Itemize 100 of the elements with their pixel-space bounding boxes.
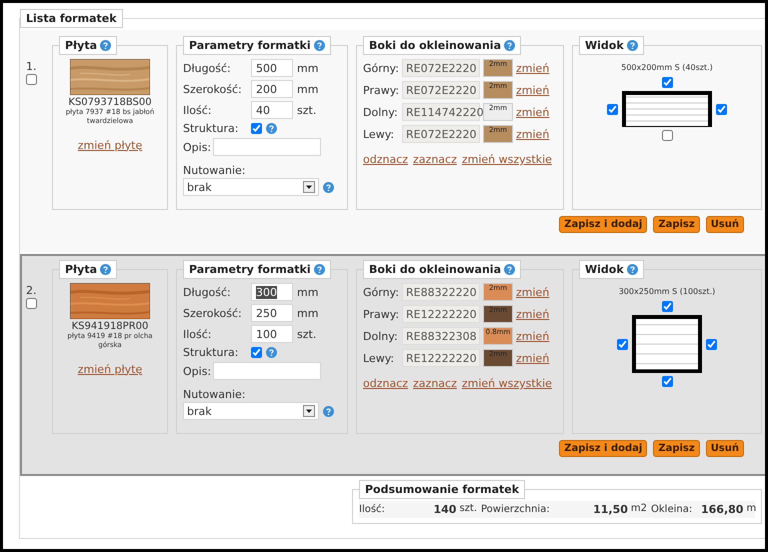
unit-label: m (746, 503, 756, 516)
action-link[interactable]: zaznacz (413, 153, 457, 166)
edge-label: Prawy: (363, 308, 399, 320)
structure-checkbox[interactable] (251, 123, 262, 134)
help-icon[interactable] (266, 123, 277, 134)
left-edge-checkbox[interactable] (617, 338, 628, 350)
field-label: Ilość: (183, 328, 213, 340)
action-button[interactable]: Zapisz i dodaj (559, 440, 648, 457)
change-link[interactable]: zmień (516, 106, 550, 118)
row-checkbox[interactable] (26, 298, 37, 309)
change-board-link[interactable]: zmień płytę (78, 138, 142, 152)
field-label: Opis: (183, 140, 209, 154)
edge-label: Górny: (363, 62, 399, 74)
grooving-dropdown[interactable]: brak (183, 178, 319, 196)
panel-title: Płyta (65, 39, 97, 52)
unit-label: mm (297, 286, 318, 298)
edge-label: Prawy: (363, 84, 399, 96)
top-edge-checkbox[interactable] (662, 77, 672, 88)
edge-code-field: RE88322308 (402, 327, 480, 345)
input-field[interactable]: 500 (251, 59, 293, 77)
help-icon[interactable] (626, 264, 638, 275)
edge-code-field: RE072E2220 (402, 125, 480, 143)
help-icon[interactable] (504, 40, 515, 51)
action-button[interactable]: Zapisz i dodaj (559, 216, 648, 233)
summary-label: Okleina: (651, 504, 694, 515)
change-link[interactable]: zmień (516, 286, 550, 298)
action-button[interactable]: Zapisz (653, 216, 700, 233)
panel-title: Boki do okleinowania (369, 263, 501, 276)
panel-title: Podsumowanie formatek (365, 483, 520, 496)
unit-label: mm (297, 62, 318, 74)
action-button[interactable]: Zapisz (653, 440, 700, 457)
board-code: KS0793718BS00 (68, 97, 152, 108)
input-field[interactable]: 200 (251, 80, 293, 98)
help-icon[interactable] (314, 264, 325, 275)
field-label: Nutowanie: (183, 388, 246, 401)
edge-label: Lewy: (363, 128, 396, 140)
input-field[interactable]: 300 (251, 283, 293, 301)
panel-title: Boki do okleinowania (369, 39, 501, 52)
left-edge-checkbox[interactable] (607, 104, 618, 114)
summary-label: Ilość: (359, 504, 386, 515)
change-link[interactable]: zmień (516, 330, 550, 342)
summary-value: 140 (433, 503, 456, 516)
action-link[interactable]: odznacz (363, 377, 408, 390)
change-link[interactable]: zmień (516, 128, 550, 140)
section-title: Lista formatek (26, 12, 117, 25)
field-label: Szerokość: (183, 306, 243, 320)
top-edge-checkbox[interactable] (662, 301, 672, 312)
panel-title: Widok (585, 263, 624, 276)
structure-checkbox[interactable] (251, 347, 262, 358)
row-checkbox[interactable] (26, 74, 37, 85)
input-field[interactable]: 40 (251, 101, 293, 119)
help-icon[interactable] (323, 182, 334, 192)
view-caption: 300x250mm S (100szt.) (618, 287, 716, 296)
action-link[interactable]: zaznacz (413, 377, 457, 390)
action-link[interactable]: zmień wszystkie (462, 153, 552, 166)
panel-title: Płyta (65, 263, 97, 276)
right-edge-checkbox[interactable] (716, 104, 727, 114)
change-link[interactable]: zmień (516, 84, 550, 96)
bottom-edge-checkbox[interactable] (662, 130, 672, 141)
panel-title: Widok (585, 39, 624, 52)
field-label: Struktura: (183, 346, 240, 359)
help-icon[interactable] (100, 40, 111, 51)
field-label: Długość: (183, 62, 232, 74)
field-label: Opis: (183, 364, 209, 378)
help-icon[interactable] (323, 406, 334, 416)
help-icon[interactable] (100, 264, 111, 275)
panel-preview-drawing (632, 315, 702, 374)
summary-label: Powierzchnia: (481, 504, 551, 515)
change-board-link[interactable]: zmień płytę (78, 362, 142, 376)
help-icon[interactable] (504, 264, 515, 275)
edge-code-field: RE12222220 (402, 349, 480, 367)
unit-label: szt. (459, 503, 477, 516)
description-field[interactable] (213, 362, 321, 380)
help-icon[interactable] (266, 347, 277, 358)
input-field[interactable]: 100 (251, 325, 293, 343)
field-label: Nutowanie: (183, 164, 246, 177)
action-link[interactable]: zmień wszystkie (462, 377, 552, 390)
panel-title: Parametry formatki (189, 263, 311, 276)
bottom-edge-checkbox[interactable] (662, 376, 672, 388)
field-label: Szerokość: (183, 82, 243, 96)
edge-code-field: RE072E2220 (402, 59, 480, 77)
board-code: KS941918PR00 (72, 321, 148, 332)
grooving-dropdown[interactable]: brak (183, 402, 319, 420)
change-link[interactable]: zmień (516, 308, 550, 320)
action-button[interactable]: Usuń (706, 440, 744, 457)
input-field[interactable]: 250 (251, 304, 293, 322)
edge-code-field: RE072E2220 (402, 81, 480, 99)
edge-code-field: RE12222220 (402, 305, 480, 323)
help-icon[interactable] (626, 40, 638, 51)
right-edge-checkbox[interactable] (706, 338, 717, 350)
change-link[interactable]: zmień (516, 62, 550, 74)
action-button[interactable]: Usuń (706, 216, 744, 233)
unit-label: mm (297, 82, 318, 96)
description-field[interactable] (213, 138, 321, 156)
help-icon[interactable] (314, 40, 325, 51)
change-link[interactable]: zmień (516, 352, 550, 364)
view-caption: 500x200mm S (40szt.) (620, 63, 714, 72)
action-link[interactable]: odznacz (363, 153, 408, 166)
summary-value: 11,50 (593, 503, 628, 516)
caret-icon (303, 181, 315, 193)
